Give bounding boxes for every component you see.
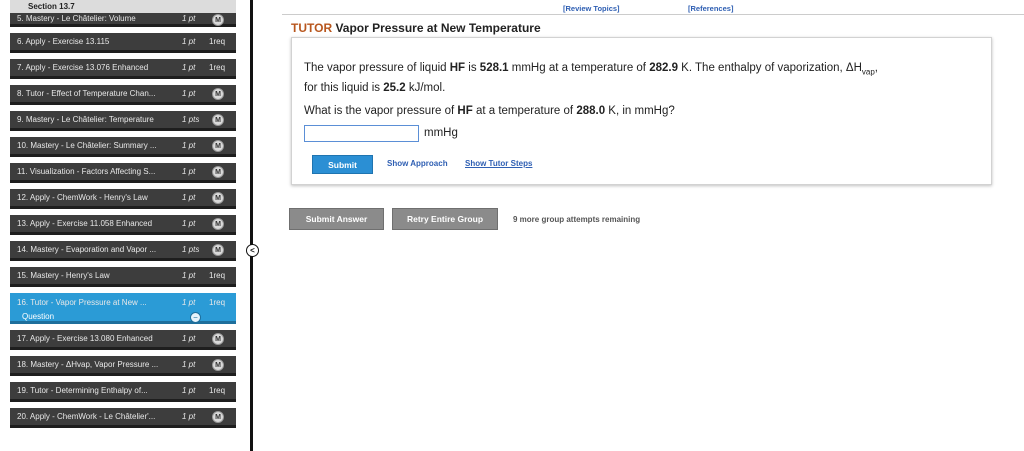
header-rule <box>282 14 1024 15</box>
progress-circle-icon: − <box>190 312 201 323</box>
mastery-badge-icon: M <box>212 359 224 371</box>
sidebar-item[interactable]: 9. Mastery - Le Châtelier: Temperature 1 … <box>10 111 236 131</box>
sidebar-item-label: 14. Mastery - Evaporation and Vapor ... <box>17 245 157 254</box>
sidebar-item[interactable]: 13. Apply - Exercise 11.058 Enhanced 1 pt… <box>10 215 236 235</box>
sidebar-item-points: 1 pt <box>182 412 196 421</box>
tutor-tag: TUTOR <box>291 21 333 35</box>
sidebar-item-requirement: 1req <box>209 297 226 307</box>
sidebar-item-label: 19. Tutor - Determining Enthalpy of... <box>17 386 148 395</box>
references-link[interactable]: [References] <box>688 4 733 13</box>
sidebar-item[interactable]: 17. Apply - Exercise 13.080 Enhanced 1 pt… <box>10 330 236 350</box>
question-line-1: The vapor pressure of liquid HF is 528.1… <box>304 62 878 77</box>
sidebar-item-points: 1 pts <box>182 245 200 254</box>
sidebar-item-points: 1 pt <box>182 271 196 280</box>
sidebar-item-label: 8. Tutor - Effect of Temperature Chan... <box>17 89 156 98</box>
sidebar-item-requirement: 1req <box>209 37 226 46</box>
mastery-badge-icon: M <box>212 140 224 152</box>
sidebar-subitem-question[interactable]: Question − <box>10 311 236 324</box>
sidebar-item[interactable]: 19. Tutor - Determining Enthalpy of... 1 … <box>10 382 236 402</box>
sidebar-item[interactable]: 14. Mastery - Evaporation and Vapor ... 1… <box>10 241 236 261</box>
sidebar-item-label: 11. Visualization - Factors Affecting S.… <box>17 167 156 176</box>
sidebar-item-points: 1 pt <box>182 141 196 150</box>
sidebar-item-label: 17. Apply - Exercise 13.080 Enhanced <box>17 334 153 343</box>
show-approach-link[interactable]: Show Approach <box>387 159 448 168</box>
mastery-badge-icon: M <box>212 14 224 26</box>
show-tutor-steps-link[interactable]: Show Tutor Steps <box>465 159 532 168</box>
review-topics-link[interactable]: [Review Topics] <box>563 4 620 13</box>
mastery-badge-icon: M <box>212 218 224 230</box>
sidebar-item-points: 1 pt <box>182 334 196 343</box>
sidebar-item-label: 10. Mastery - Le Châtelier: Summary ... <box>17 141 157 150</box>
question-line-3: What is the vapor pressure of HF at a te… <box>304 105 675 117</box>
sidebar-item[interactable]: 11. Visualization - Factors Affecting S.… <box>10 163 236 183</box>
question-line-2: for this liquid is 25.2 kJ/mol. <box>304 82 446 94</box>
retry-entire-group-button[interactable]: Retry Entire Group <box>392 208 498 230</box>
sidebar-subitem-label: Question <box>22 311 55 321</box>
sidebar-item-requirement: 1req <box>209 386 226 395</box>
sidebar-item[interactable]: 5. Mastery - Le Châtelier: Volume 1 pt M <box>10 13 236 27</box>
section-title: Section 13.7 <box>10 0 236 13</box>
submit-button[interactable]: Submit <box>312 155 373 174</box>
sidebar-item[interactable]: 18. Mastery - ΔHvap, Vapor Pressure ... 1… <box>10 356 236 376</box>
sidebar-item-label: 20. Apply - ChemWork - Le Châtelier'... <box>17 412 156 421</box>
mastery-badge-icon: M <box>212 88 224 100</box>
sidebar-item-points: 1 pt <box>182 386 196 395</box>
sidebar-item-points: 1 pt <box>182 14 196 23</box>
attempts-remaining-text: 9 more group attempts remaining <box>513 215 641 224</box>
sidebar-item[interactable]: 7. Apply - Exercise 13.076 Enhanced 1 pt 1… <box>10 59 236 79</box>
sidebar-item-points: 1 pt <box>182 219 196 228</box>
sidebar-item-requirement: 1req <box>209 271 226 280</box>
sidebar-item-points: 1 pt <box>182 193 196 202</box>
sidebar-item-points: 1 pt <box>182 297 196 307</box>
mastery-badge-icon: M <box>212 166 224 178</box>
answer-unit: mmHg <box>424 127 458 139</box>
sidebar-item-label: 6. Apply - Exercise 13.115 <box>17 37 110 46</box>
sidebar-item-points: 1 pt <box>182 360 196 369</box>
sidebar-item-points: 1 pt <box>182 167 196 176</box>
sidebar-item-label: 13. Apply - Exercise 11.058 Enhanced <box>17 219 153 228</box>
sidebar-item-label: 12. Apply - ChemWork - Henry's Law <box>17 193 148 202</box>
sidebar-item-label: 18. Mastery - ΔHvap, Vapor Pressure ... <box>17 360 159 369</box>
sidebar-item[interactable]: 15. Mastery - Henry's Law 1 pt 1req <box>10 267 236 287</box>
sidebar-item-points: 1 pt <box>182 89 196 98</box>
sidebar-item-points: 1 pts <box>182 115 200 124</box>
sidebar-item[interactable]: 20. Apply - ChemWork - Le Châtelier'... 1… <box>10 408 236 428</box>
sidebar-item[interactable]: 10. Mastery - Le Châtelier: Summary ... 1… <box>10 137 236 157</box>
panel-divider[interactable] <box>250 0 253 451</box>
sidebar-item-points: 1 pt <box>182 37 196 46</box>
sidebar-item-label: 9. Mastery - Le Châtelier: Temperature <box>17 115 154 124</box>
sidebar-item-list: 5. Mastery - Le Châtelier: Volume 1 pt M 6.… <box>10 13 236 428</box>
tutor-title-text: Vapor Pressure at New Temperature <box>335 21 541 35</box>
answer-input[interactable] <box>304 125 419 142</box>
page-title: TUTOR Vapor Pressure at New Temperature <box>291 21 541 35</box>
mastery-badge-icon: M <box>212 192 224 204</box>
question-panel: The vapor pressure of liquid HF is 528.1… <box>291 37 992 185</box>
submit-answer-button[interactable]: Submit Answer <box>289 208 384 230</box>
sidebar-item-points: 1 pt <box>182 63 196 72</box>
sidebar-item-requirement: 1req <box>209 63 226 72</box>
sidebar-item[interactable]: 12. Apply - ChemWork - Henry's Law 1 pt M <box>10 189 236 209</box>
sidebar-item[interactable]: 6. Apply - Exercise 13.115 1 pt 1req <box>10 33 236 53</box>
mastery-badge-icon: M <box>212 244 224 256</box>
sidebar-item-label: 16. Tutor - Vapor Pressure at New ... <box>17 297 147 307</box>
assignment-sidebar: Section 13.7 5. Mastery - Le Châtelier: … <box>10 0 236 451</box>
collapse-sidebar-button[interactable]: < <box>246 244 259 257</box>
sidebar-item[interactable]: 16. Tutor - Vapor Pressure at New ... 1 p… <box>10 293 236 311</box>
mastery-badge-icon: M <box>212 333 224 345</box>
sidebar-item[interactable]: 8. Tutor - Effect of Temperature Chan...… <box>10 85 236 105</box>
sidebar-item-label: 15. Mastery - Henry's Law <box>17 271 110 280</box>
mastery-badge-icon: M <box>212 114 224 126</box>
sidebar-item-label: 5. Mastery - Le Châtelier: Volume <box>17 14 136 23</box>
mastery-badge-icon: M <box>212 411 224 423</box>
sidebar-item-label: 7. Apply - Exercise 13.076 Enhanced <box>17 63 149 72</box>
